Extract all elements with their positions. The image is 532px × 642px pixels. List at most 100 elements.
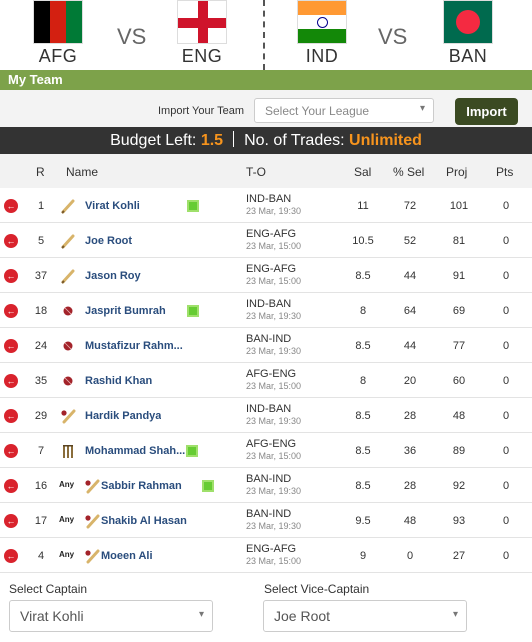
- team-opponent: ENG-AFG 23 Mar, 15:00: [246, 228, 301, 251]
- table-row[interactable]: ← 5 Joe Root ENG-AFG 23 Mar, 15:00 10.5 52 81 0: [0, 223, 532, 258]
- match-label: ENG-AFG: [246, 543, 297, 555]
- player-points: 0: [502, 550, 510, 562]
- player-name-link[interactable]: Hardik Pandya: [85, 410, 161, 422]
- player-name-link[interactable]: Sabbir Rahman: [101, 480, 182, 492]
- player-name-link[interactable]: Virat Kohli: [85, 200, 140, 212]
- circle-arrow-left-icon[interactable]: ←: [4, 374, 18, 388]
- india-flag-icon: [297, 0, 347, 44]
- table-header: R Name T-O Sal % Sel Proj Pts: [0, 154, 532, 188]
- table-row[interactable]: ← 1 Virat Kohli IND-BAN 23 Mar, 19:30 11 72 101…: [0, 188, 532, 223]
- column-header-team[interactable]: T-O: [246, 165, 266, 179]
- player-rank: 4: [37, 550, 45, 562]
- match-date: 23 Mar, 15:00: [246, 556, 302, 566]
- trades-value: Unlimited: [349, 132, 422, 149]
- match-label: BAN-IND: [246, 508, 292, 520]
- player-rank: 1: [37, 200, 45, 212]
- any-label: Any: [59, 515, 75, 524]
- player-projection: 48: [452, 410, 466, 422]
- player-name-link[interactable]: Mohammad Shah...: [85, 445, 185, 457]
- bat-icon: [60, 268, 76, 284]
- player-name-link[interactable]: Jasprit Bumrah: [85, 305, 166, 317]
- team-opponent: BAN-IND 23 Mar, 19:30: [246, 333, 301, 356]
- player-name-link[interactable]: Rashid Khan: [85, 375, 152, 387]
- circle-arrow-left-icon[interactable]: ←: [4, 479, 18, 493]
- team-opponent: ENG-AFG 23 Mar, 15:00: [246, 543, 301, 566]
- player-projection: 92: [452, 480, 466, 492]
- player-selected-percent: 48: [403, 515, 417, 527]
- player-rank: 29: [34, 410, 48, 422]
- import-button[interactable]: Import: [455, 98, 518, 125]
- table-row[interactable]: ← 18 Jasprit Bumrah IND-BAN 23 Mar, 19:30 8 64…: [0, 293, 532, 328]
- match-label: IND-BAN: [246, 403, 292, 415]
- team-opponent: BAN-IND 23 Mar, 19:30: [246, 473, 301, 496]
- column-header-selected[interactable]: % Sel: [393, 165, 424, 179]
- column-header-name[interactable]: Name: [66, 165, 98, 179]
- team-eng: ENG: [170, 0, 234, 67]
- match-label: BAN-IND: [246, 333, 292, 345]
- team-ind: IND: [290, 0, 354, 67]
- match-label: IND-BAN: [246, 298, 292, 310]
- player-salary: 8.5: [355, 480, 371, 492]
- team-name: ENG: [181, 46, 223, 66]
- player-projection: 69: [452, 305, 466, 317]
- player-salary: 8.5: [355, 270, 371, 282]
- bat-ball-icon: [84, 478, 100, 494]
- circle-arrow-left-icon[interactable]: ←: [4, 234, 18, 248]
- player-name-link[interactable]: Joe Root: [85, 235, 132, 247]
- league-select[interactable]: Select Your League ▾: [254, 98, 434, 123]
- match-label: ENG-AFG: [246, 228, 297, 240]
- player-projection: 60: [452, 375, 466, 387]
- table-row[interactable]: ← 17 Any Shakib Al Hasan BAN-IND 23 Mar, 19:3…: [0, 503, 532, 538]
- table-row[interactable]: ← 37 Jason Roy ENG-AFG 23 Mar, 15:00 8.5 44 91 0: [0, 258, 532, 293]
- column-header-points[interactable]: Pts: [496, 165, 513, 179]
- circle-arrow-left-icon[interactable]: ←: [4, 339, 18, 353]
- table-row[interactable]: ← 24 Mustafizur Rahm... BAN-IND 23 Mar, 19:3…: [0, 328, 532, 363]
- match-label: BAN-IND: [246, 473, 292, 485]
- player-name-link[interactable]: Moeen Ali: [101, 550, 153, 562]
- table-row[interactable]: ← 7 Mohammad Shah... AFG-ENG 23 Mar, 15:00 8.…: [0, 433, 532, 468]
- match-label: IND-BAN: [246, 193, 292, 205]
- player-rank: 37: [34, 270, 48, 282]
- column-header-rank[interactable]: R: [36, 165, 45, 179]
- table-row[interactable]: ← 16 Any Sabbir Rahman BAN-IND 23 Mar, 19:30 8…: [0, 468, 532, 503]
- match-date: 23 Mar, 15:00: [246, 451, 302, 461]
- player-points: 0: [502, 410, 510, 422]
- team-ban: BAN: [436, 0, 500, 67]
- match-label: ENG-AFG: [246, 263, 297, 275]
- player-selected-percent: 28: [403, 480, 417, 492]
- circle-arrow-left-icon[interactable]: ←: [4, 409, 18, 423]
- table-row[interactable]: ← 35 Rashid Khan AFG-ENG 23 Mar, 15:00 8 20 60 0: [0, 363, 532, 398]
- circle-arrow-left-icon[interactable]: ←: [4, 304, 18, 318]
- team-afg: AFG: [26, 0, 90, 67]
- player-points: 0: [502, 515, 510, 527]
- player-selected-percent: 72: [403, 200, 417, 212]
- circle-arrow-left-icon[interactable]: ←: [4, 444, 18, 458]
- column-header-salary[interactable]: Sal: [354, 165, 371, 179]
- player-name-link[interactable]: Mustafizur Rahm...: [85, 340, 183, 352]
- matches-header: AFG VS ENG IND VS BAN: [0, 0, 532, 70]
- table-row[interactable]: ← 29 Hardik Pandya IND-BAN 23 Mar, 19:30 8.5 2…: [0, 398, 532, 433]
- match-date: 23 Mar, 19:30: [246, 346, 302, 356]
- vice-captain-select[interactable]: Joe Root ▾: [263, 600, 467, 632]
- player-name-link[interactable]: Shakib Al Hasan: [101, 515, 187, 527]
- match-date: 23 Mar, 19:30: [246, 416, 302, 426]
- player-name-link[interactable]: Jason Roy: [85, 270, 141, 282]
- team-opponent: AFG-ENG 23 Mar, 15:00: [246, 438, 301, 461]
- player-selected-percent: 28: [403, 410, 417, 422]
- player-points: 0: [502, 235, 510, 247]
- circle-arrow-left-icon[interactable]: ←: [4, 514, 18, 528]
- player-selected-percent: 44: [403, 340, 417, 352]
- team-opponent: AFG-ENG 23 Mar, 15:00: [246, 368, 301, 391]
- player-table: ← 1 Virat Kohli IND-BAN 23 Mar, 19:30 11 72 101…: [0, 188, 532, 573]
- circle-arrow-left-icon[interactable]: ←: [4, 269, 18, 283]
- column-header-projection[interactable]: Proj: [446, 165, 467, 179]
- circle-arrow-left-icon[interactable]: ←: [4, 199, 18, 213]
- match-ind-ban[interactable]: IND VS BAN: [266, 0, 532, 70]
- match-afg-eng[interactable]: AFG VS ENG: [0, 0, 262, 70]
- player-projection: 77: [452, 340, 466, 352]
- captain-select[interactable]: Virat Kohli ▾: [9, 600, 213, 632]
- circle-arrow-left-icon[interactable]: ←: [4, 549, 18, 563]
- match-date: 23 Mar, 19:30: [246, 486, 302, 496]
- table-row[interactable]: ← 4 Any Moeen Ali ENG-AFG 23 Mar, 15:00 9 0 27 0: [0, 538, 532, 573]
- player-rank: 16: [34, 480, 48, 492]
